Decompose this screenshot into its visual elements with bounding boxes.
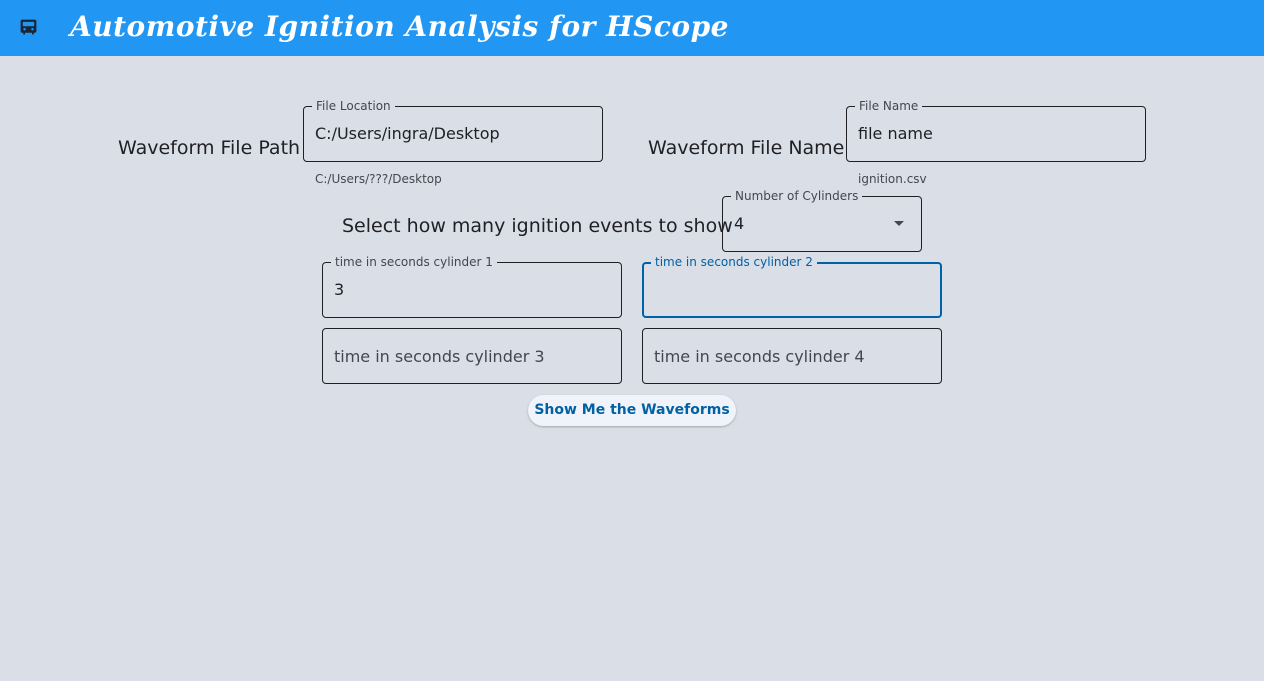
cylinder-3-time-field[interactable]: time in seconds cylinder 3 [322, 328, 622, 384]
cylinder-2-time-label: time in seconds cylinder 2 [651, 254, 817, 270]
file-location-label: File Location [312, 98, 395, 114]
cylinder-2-time-field[interactable]: time in seconds cylinder 2 [642, 254, 942, 318]
cylinder-1-time-value: 3 [334, 280, 345, 299]
cylinder-4-time-field[interactable]: time in seconds cylinder 4 [642, 328, 942, 384]
cylinder-3-time-label: time in seconds cylinder 3 [334, 347, 545, 366]
file-location-value: C:/Users/ingra/Desktop [315, 124, 500, 143]
number-of-cylinders-label: Number of Cylinders [731, 188, 863, 204]
file-name-label: File Name [855, 98, 923, 114]
arrow-drop-down-icon[interactable] [894, 221, 904, 226]
waveform-file-name-label: Waveform File Name [648, 137, 845, 159]
file-name-field[interactable]: File Name file name [846, 98, 1146, 162]
file-name-value: file name [858, 124, 933, 143]
file-name-helper: ignition.csv [858, 172, 927, 186]
waveform-file-path-label: Waveform File Path [118, 137, 301, 159]
show-waveforms-button[interactable]: Show Me the Waveforms [528, 395, 736, 426]
number-of-cylinders-value: 4 [734, 214, 745, 233]
cylinder-1-time-label: time in seconds cylinder 1 [331, 254, 497, 270]
number-of-cylinders-select[interactable]: Number of Cylinders 4 [722, 188, 922, 252]
app-title: Automotive Ignition Analysis for HScope [70, 10, 729, 43]
ignition-events-prompt: Select how many ignition events to show [342, 215, 733, 237]
cylinder-1-time-field[interactable]: time in seconds cylinder 1 3 [322, 254, 622, 318]
file-location-field[interactable]: File Location C:/Users/ingra/Desktop [303, 98, 603, 162]
app-bar: Automotive Ignition Analysis for HScope [0, 0, 1264, 56]
file-location-helper: C:/Users/???/Desktop [315, 172, 442, 186]
car-icon [20, 19, 37, 35]
cylinder-4-time-label: time in seconds cylinder 4 [654, 347, 865, 366]
